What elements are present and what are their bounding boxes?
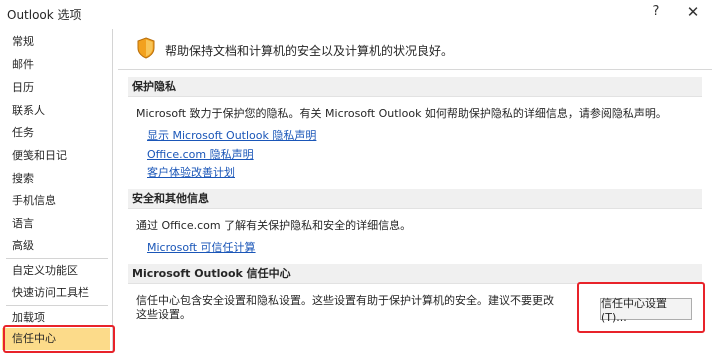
sidebar-item-customize-ribbon[interactable]: 自定义功能区 [2, 260, 110, 282]
sidebar-item-contacts[interactable]: 联系人 [2, 100, 110, 122]
trust-center-text-line1: 信任中心包含安全设置和隐私设置。这些设置有助于保护计算机的安全。建议不要更改 [136, 294, 554, 307]
help-button[interactable]: ? [648, 4, 664, 19]
sidebar-divider [6, 258, 108, 259]
title-bar: Outlook 选项 ? ✕ [0, 0, 712, 26]
sidebar-item-quick-access[interactable]: 快速访问工具栏 [2, 282, 110, 304]
privacy-text: Microsoft 致力于保护您的隐私。有关 Microsoft Outlook… [136, 107, 667, 120]
window-title: Outlook 选项 [7, 8, 82, 22]
shield-icon [137, 37, 155, 59]
sidebar-item-mobile[interactable]: 手机信息 [2, 190, 110, 212]
sidebar-item-calendar[interactable]: 日历 [2, 77, 110, 99]
privacy-statement-link[interactable]: 显示 Microsoft Outlook 隐私声明 [147, 127, 316, 143]
sidebar-item-language[interactable]: 语言 [2, 213, 110, 235]
trust-center-button-highlight [577, 282, 705, 333]
sidebar-divider [6, 305, 108, 306]
trust-center-heading: Microsoft Outlook 信任中心 [128, 264, 702, 284]
sidebar-item-tasks[interactable]: 任务 [2, 122, 110, 144]
banner-divider [118, 69, 712, 70]
trust-center-nav-highlight [3, 325, 115, 353]
security-text: 通过 Office.com 了解有关保护隐私和安全的详细信息。 [136, 219, 412, 232]
ceip-link[interactable]: 客户体验改善计划 [147, 164, 235, 180]
security-heading: 安全和其他信息 [128, 189, 702, 209]
close-button[interactable]: ✕ [684, 3, 702, 21]
office-privacy-link[interactable]: Office.com 隐私声明 [147, 146, 254, 162]
trust-center-text-line2: 这些设置。 [136, 308, 191, 321]
sidebar-item-mail[interactable]: 邮件 [2, 54, 110, 76]
sidebar-item-search[interactable]: 搜索 [2, 168, 110, 190]
main-panel: 帮助保持文档和计算机的安全以及计算机的状况良好。 保护隐私 Microsoft … [118, 29, 712, 353]
sidebar-item-notes[interactable]: 便笺和日记 [2, 145, 110, 167]
banner-text: 帮助保持文档和计算机的安全以及计算机的状况良好。 [165, 44, 454, 58]
options-sidebar: 常规 邮件 日历 联系人 任务 便笺和日记 搜索 手机信息 语言 高级 自定义功… [2, 29, 113, 353]
sidebar-item-advanced[interactable]: 高级 [2, 235, 110, 257]
sidebar-item-general[interactable]: 常规 [2, 31, 110, 53]
trustworthy-computing-link[interactable]: Microsoft 可信任计算 [147, 239, 256, 255]
privacy-heading: 保护隐私 [128, 77, 702, 97]
